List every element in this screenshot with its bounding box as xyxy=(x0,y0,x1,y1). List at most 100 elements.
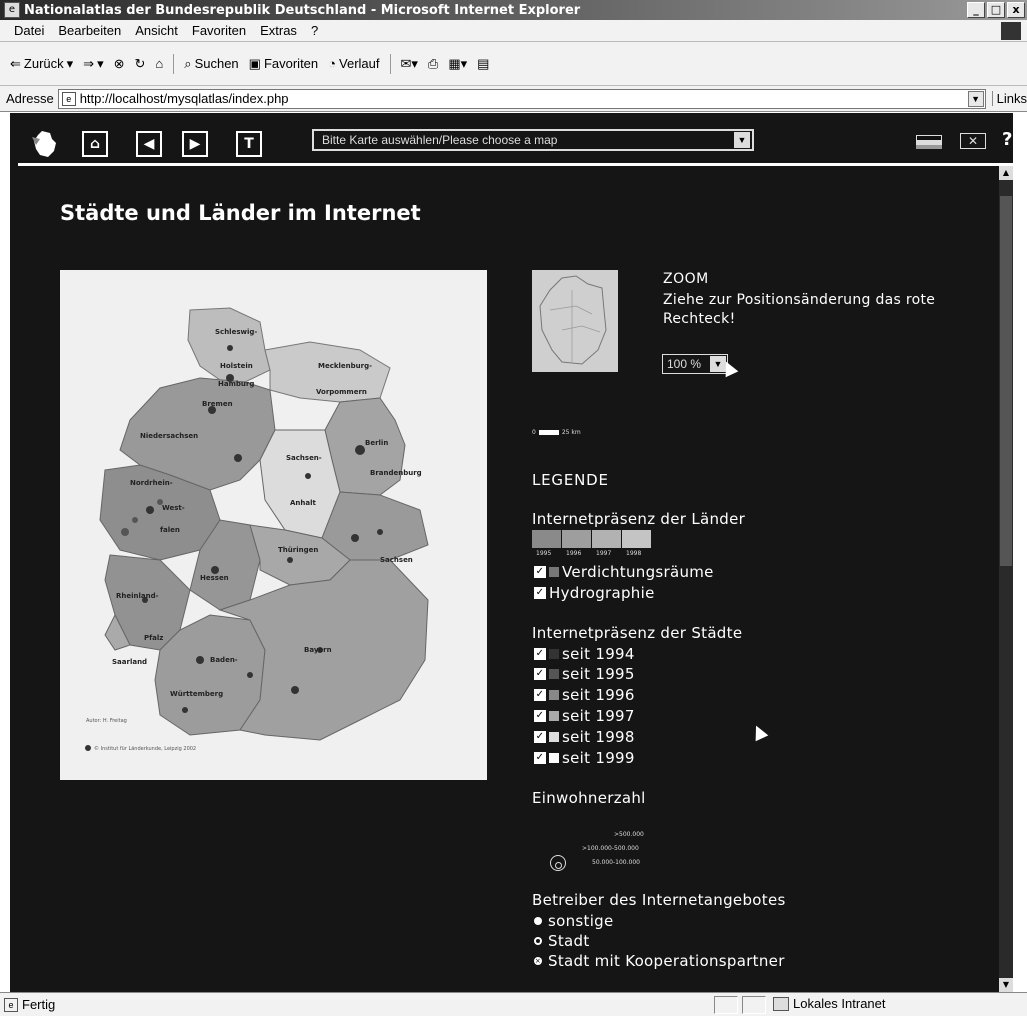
scroll-up-icon[interactable]: ▲ xyxy=(999,166,1013,180)
minimize-button[interactable]: _ xyxy=(967,2,985,18)
checkbox-checked-icon[interactable]: ✓ xyxy=(534,689,546,701)
layer-verdichtungsraeume[interactable]: ✓ Verdichtungsräume xyxy=(534,563,714,581)
year-label: seit 1998 xyxy=(562,728,635,746)
status-text: Fertig xyxy=(22,997,56,1012)
menu-bearbeiten[interactable]: Bearbeiten xyxy=(58,23,121,38)
address-dropdown-icon[interactable]: ▼ xyxy=(967,90,984,107)
layer-label: Verdichtungsräume xyxy=(562,563,714,581)
text-button[interactable]: T xyxy=(236,131,262,157)
overview-map[interactable] xyxy=(532,270,618,372)
checkbox-checked-icon[interactable]: ✓ xyxy=(534,710,546,722)
layer-hydrographie[interactable]: ✓ Hydrographie xyxy=(534,584,655,602)
vertical-scrollbar[interactable]: ▲ ▼ xyxy=(999,166,1013,992)
legend-swatch xyxy=(549,567,559,577)
year-label: seit 1995 xyxy=(562,665,635,683)
stop-icon[interactable]: ⊗ xyxy=(114,56,125,72)
header-divider xyxy=(18,163,1013,166)
history-button[interactable]: ◔ Verlauf xyxy=(328,56,379,71)
ramp-swatch xyxy=(622,530,652,548)
checkbox-checked-icon[interactable]: ✓ xyxy=(534,648,546,660)
legend-swatch xyxy=(549,669,559,679)
window-title: Nationalatlas der Bundesrepublik Deutsch… xyxy=(24,2,581,18)
legend-swatch xyxy=(549,690,559,700)
zoom-title: ZOOM xyxy=(663,271,709,287)
year-1999[interactable]: ✓ seit 1999 xyxy=(534,749,635,767)
discuss-icon[interactable]: ▤ xyxy=(477,56,489,72)
map-label: Holstein xyxy=(220,362,253,370)
page-icon: e xyxy=(61,91,76,106)
ramp-year: 1998 xyxy=(626,550,642,557)
back-arrow-icon: ⇐ xyxy=(10,55,21,71)
checkbox-checked-icon[interactable]: ✓ xyxy=(534,587,546,599)
scroll-down-icon[interactable]: ▼ xyxy=(999,978,1013,992)
checkbox-checked-icon[interactable]: ✓ xyxy=(534,566,546,578)
year-1998[interactable]: ✓ seit 1998 xyxy=(534,728,635,746)
zoom-level-value: 100 % xyxy=(667,357,702,371)
menu-favoriten[interactable]: Favoriten xyxy=(192,23,246,38)
home-nav-button[interactable]: ⌂ xyxy=(82,131,108,157)
windows-logo-icon xyxy=(1001,22,1021,40)
menu-bar: Datei Bearbeiten Ansicht Favoriten Extra… xyxy=(0,20,1027,42)
checkbox-checked-icon[interactable]: ✓ xyxy=(534,668,546,680)
search-button[interactable]: ⌕ Suchen xyxy=(184,56,238,72)
year-1995[interactable]: ✓ seit 1995 xyxy=(534,665,635,683)
germany-logo-icon[interactable] xyxy=(30,129,60,159)
zoom-level-select[interactable]: 100 % ▼ xyxy=(662,354,728,374)
menu-ansicht[interactable]: Ansicht xyxy=(135,23,178,38)
back-label: Zurück xyxy=(23,56,64,71)
mail-icon[interactable]: ✉▾ xyxy=(401,56,418,72)
links-button[interactable]: Links xyxy=(991,91,1027,106)
maximize-button[interactable]: □ xyxy=(987,2,1005,18)
map-label: Baden- xyxy=(210,656,238,664)
germany-map[interactable]: Schleswig- Holstein Hamburg Mecklenburg-… xyxy=(60,270,487,780)
forward-arrow-icon: ⇒ xyxy=(83,55,95,71)
zone-label: Lokales Intranet xyxy=(793,996,886,1011)
triangle-left-icon: ◀ xyxy=(143,136,155,152)
betreiber-item: sonstige xyxy=(534,912,614,930)
previous-button[interactable]: ◀ xyxy=(136,131,162,157)
app-navigation: ⌂ ◀ ▶ T Bitte Karte auswählen/Please cho… xyxy=(10,113,1013,166)
checkbox-checked-icon[interactable]: ✓ xyxy=(534,731,546,743)
einwohner-title: Einwohnerzahl xyxy=(532,789,646,807)
home-icon[interactable]: ⌂ xyxy=(155,56,163,71)
menu-datei[interactable]: Datei xyxy=(14,23,44,38)
edit-icon[interactable]: ▦▾ xyxy=(448,56,467,72)
page-title: Städte und Länder im Internet xyxy=(60,201,421,225)
map-label: Sachsen- xyxy=(286,454,322,462)
checkbox-checked-icon[interactable]: ✓ xyxy=(534,752,546,764)
print-icon[interactable]: ⎙ xyxy=(428,56,438,72)
german-flag-icon[interactable] xyxy=(916,135,942,149)
scale-bar-graphic xyxy=(538,430,559,435)
ramp-year: 1995 xyxy=(536,550,552,557)
refresh-icon[interactable]: ↻ xyxy=(135,56,146,72)
chevron-down-icon: ▼ xyxy=(734,132,750,148)
favorites-label: Favoriten xyxy=(263,56,319,71)
germany-map-graphic: Schleswig- Holstein Hamburg Mecklenburg-… xyxy=(85,307,429,752)
menu-extras[interactable]: Extras xyxy=(260,23,297,38)
legend-laender-title: Internetpräsenz der Länder xyxy=(532,510,746,528)
uk-flag-icon[interactable]: ✕ xyxy=(960,133,986,149)
year-1997[interactable]: ✓ seit 1997 xyxy=(534,707,635,725)
year-label: seit 1994 xyxy=(562,645,635,663)
address-input[interactable]: e http://localhost/mysqlatlas/index.php … xyxy=(57,88,986,109)
year-1994[interactable]: ✓ seit 1994 xyxy=(534,645,635,663)
close-button[interactable]: x xyxy=(1007,2,1025,18)
einwohner-class: >500.000 xyxy=(614,831,644,838)
ramp-swatch xyxy=(592,530,622,548)
help-button[interactable]: ? xyxy=(1002,129,1012,150)
year-1996[interactable]: ✓ seit 1996 xyxy=(534,686,635,704)
menu-help[interactable]: ? xyxy=(311,23,318,38)
scroll-thumb[interactable] xyxy=(1000,196,1012,566)
forward-button[interactable]: ⇒ ▾ xyxy=(83,56,103,72)
map-credit: Autor: H. Freitag xyxy=(86,718,127,724)
favorites-button[interactable]: ▣ Favoriten xyxy=(249,56,319,72)
back-button[interactable]: ⇐ Zurück ▾ xyxy=(10,56,73,72)
map-select-dropdown[interactable]: Bitte Karte auswählen/Please choose a ma… xyxy=(312,129,754,151)
chevron-down-icon: ▾ xyxy=(66,55,74,71)
map-label: West- xyxy=(162,504,185,512)
map-label: Nordrhein- xyxy=(130,479,173,487)
next-button[interactable]: ▶ xyxy=(182,131,208,157)
ramp-swatch xyxy=(532,530,562,548)
map-label: Bremen xyxy=(202,400,233,408)
laender-color-ramp xyxy=(532,530,652,548)
